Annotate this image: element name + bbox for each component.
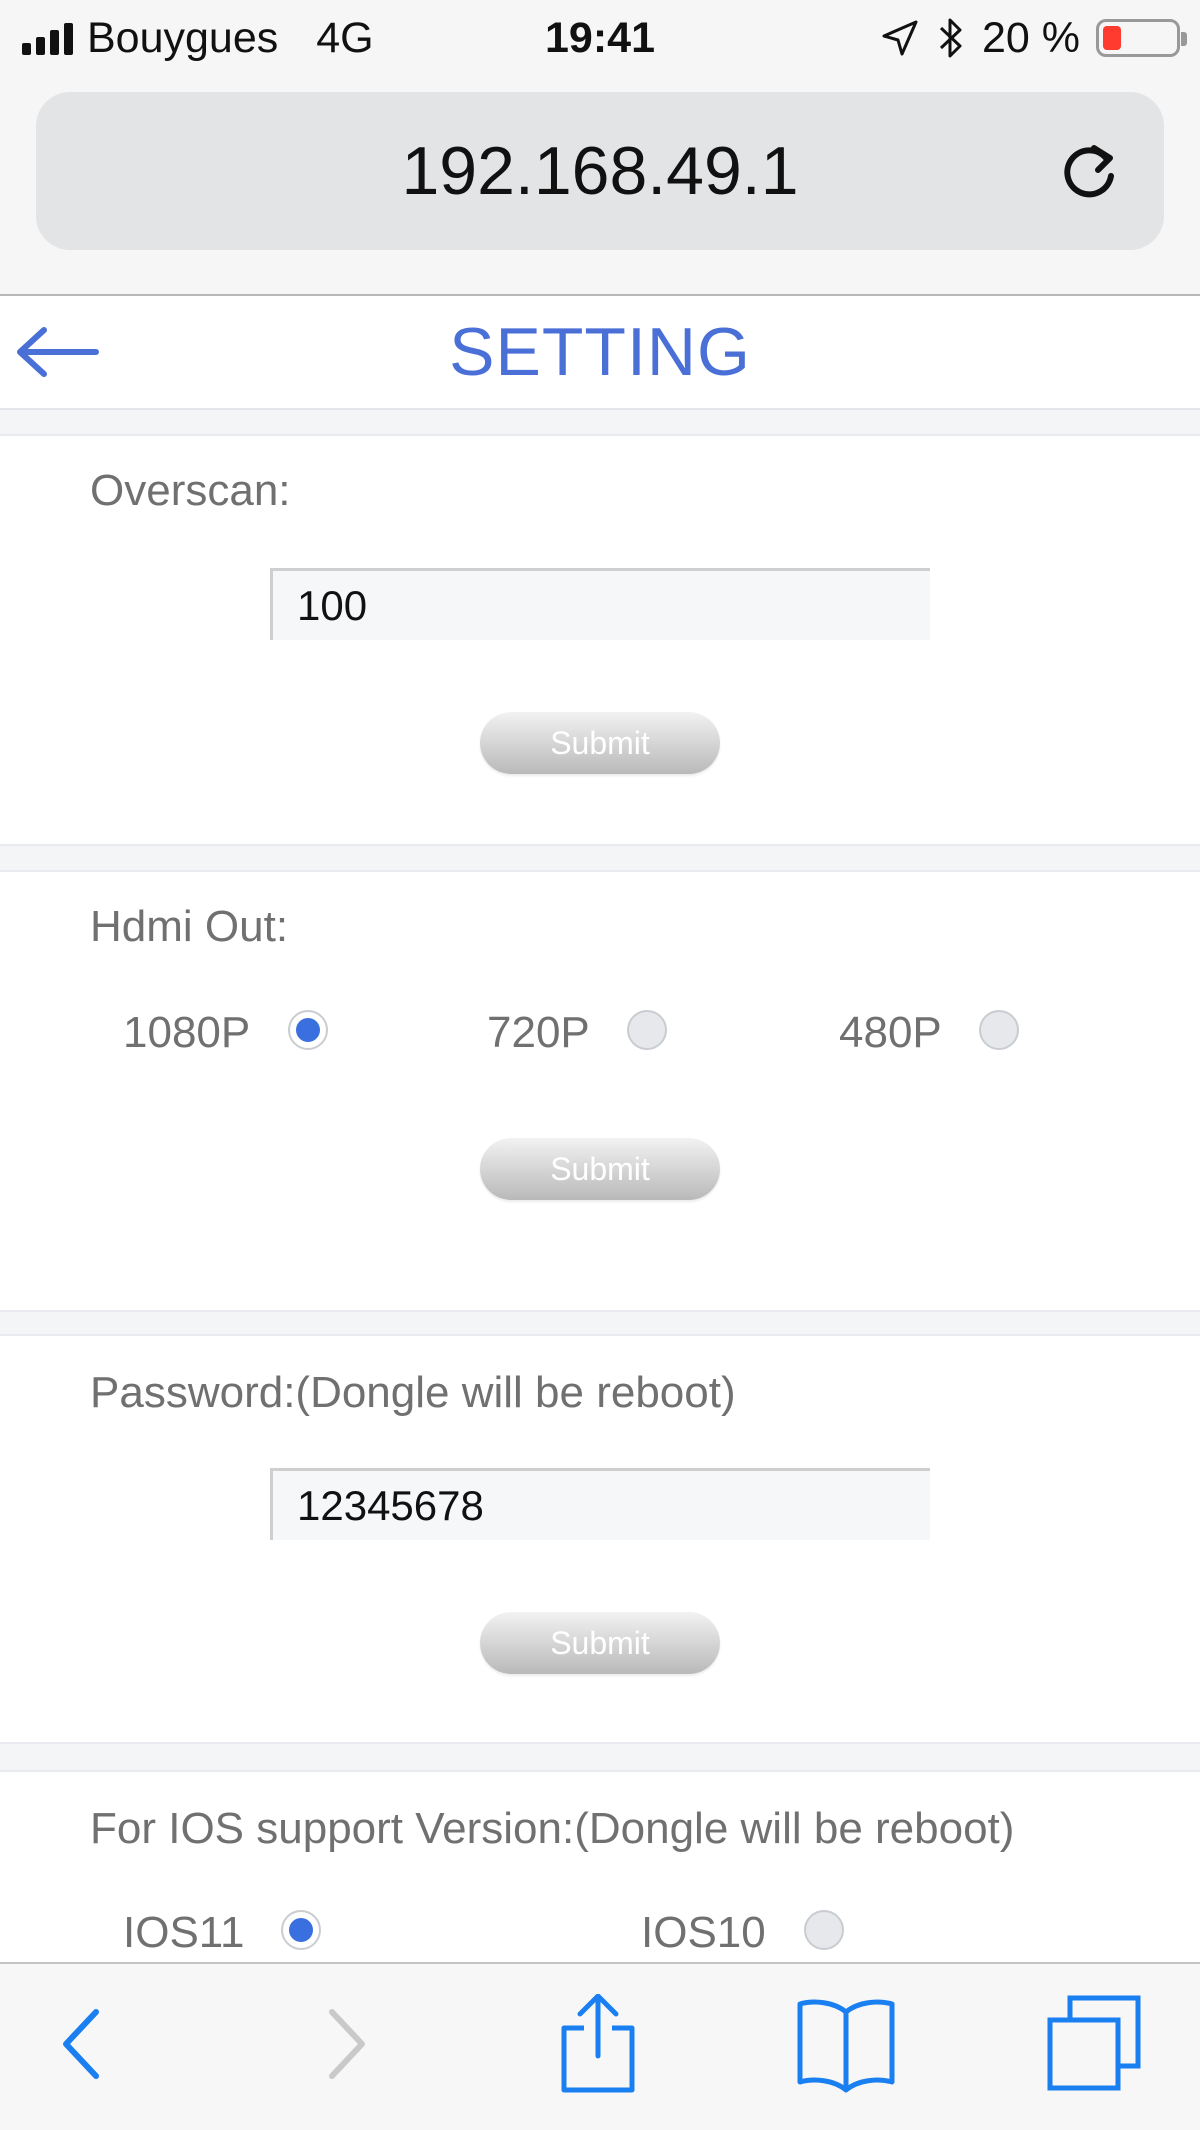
status-bar: Bouygues 4G 19:41 20 % bbox=[0, 0, 1200, 80]
browser-back-icon[interactable] bbox=[32, 1994, 132, 2094]
location-icon bbox=[882, 20, 918, 56]
battery-percentage: 20 % bbox=[981, 13, 1080, 62]
hdmi-option-720p-radio[interactable] bbox=[627, 1010, 667, 1050]
ios-support-section: For IOS support Version:(Dongle will be … bbox=[0, 1770, 1200, 1990]
url-text[interactable]: 192.168.49.1 bbox=[36, 92, 1164, 250]
hdmi-out-submit-button[interactable]: Submit bbox=[480, 1138, 720, 1200]
page-header: SETTING bbox=[0, 296, 1200, 410]
ios-option-ios10-radio[interactable] bbox=[804, 1910, 844, 1950]
battery-icon bbox=[1096, 19, 1187, 57]
hdmi-option-1080p-radio[interactable] bbox=[288, 1010, 328, 1050]
overscan-submit-button[interactable]: Submit bbox=[480, 712, 720, 774]
browser-forward-icon[interactable] bbox=[296, 1994, 396, 2094]
hdmi-option-1080p-label[interactable]: 1080P bbox=[123, 1008, 250, 1058]
overscan-label: Overscan: bbox=[90, 466, 291, 515]
ios-option-ios10-label[interactable]: IOS10 bbox=[641, 1908, 766, 1958]
bookmarks-icon[interactable] bbox=[796, 1994, 896, 2094]
share-icon[interactable] bbox=[548, 1994, 648, 2094]
password-submit-button[interactable]: Submit bbox=[480, 1612, 720, 1674]
bluetooth-icon bbox=[939, 18, 962, 58]
reload-icon[interactable] bbox=[1054, 136, 1124, 206]
password-label: Password:(Dongle will be reboot) bbox=[90, 1368, 736, 1417]
ios-option-ios11-radio[interactable] bbox=[281, 1910, 321, 1950]
overscan-section: Overscan: Submit bbox=[0, 434, 1200, 846]
address-bar[interactable]: 192.168.49.1 bbox=[36, 92, 1164, 250]
ios-support-label: For IOS support Version:(Dongle will be … bbox=[90, 1804, 1015, 1853]
overscan-input[interactable] bbox=[270, 568, 930, 640]
hdmi-option-480p-label[interactable]: 480P bbox=[839, 1008, 942, 1058]
page-title: SETTING bbox=[449, 314, 751, 390]
hdmi-out-section: Hdmi Out: 1080P 720P 480P Submit bbox=[0, 870, 1200, 1312]
hdmi-option-480p-radio[interactable] bbox=[979, 1010, 1019, 1050]
password-section: Password:(Dongle will be reboot) Submit bbox=[0, 1334, 1200, 1744]
ios-option-ios11-label[interactable]: IOS11 bbox=[123, 1908, 244, 1958]
hdmi-option-720p-label[interactable]: 720P bbox=[487, 1008, 590, 1058]
hdmi-out-label: Hdmi Out: bbox=[90, 902, 289, 951]
browser-address-area: 192.168.49.1 bbox=[0, 80, 1200, 296]
tabs-icon[interactable] bbox=[1046, 1994, 1146, 2094]
password-input[interactable] bbox=[270, 1468, 930, 1540]
browser-toolbar bbox=[0, 1962, 1200, 2130]
